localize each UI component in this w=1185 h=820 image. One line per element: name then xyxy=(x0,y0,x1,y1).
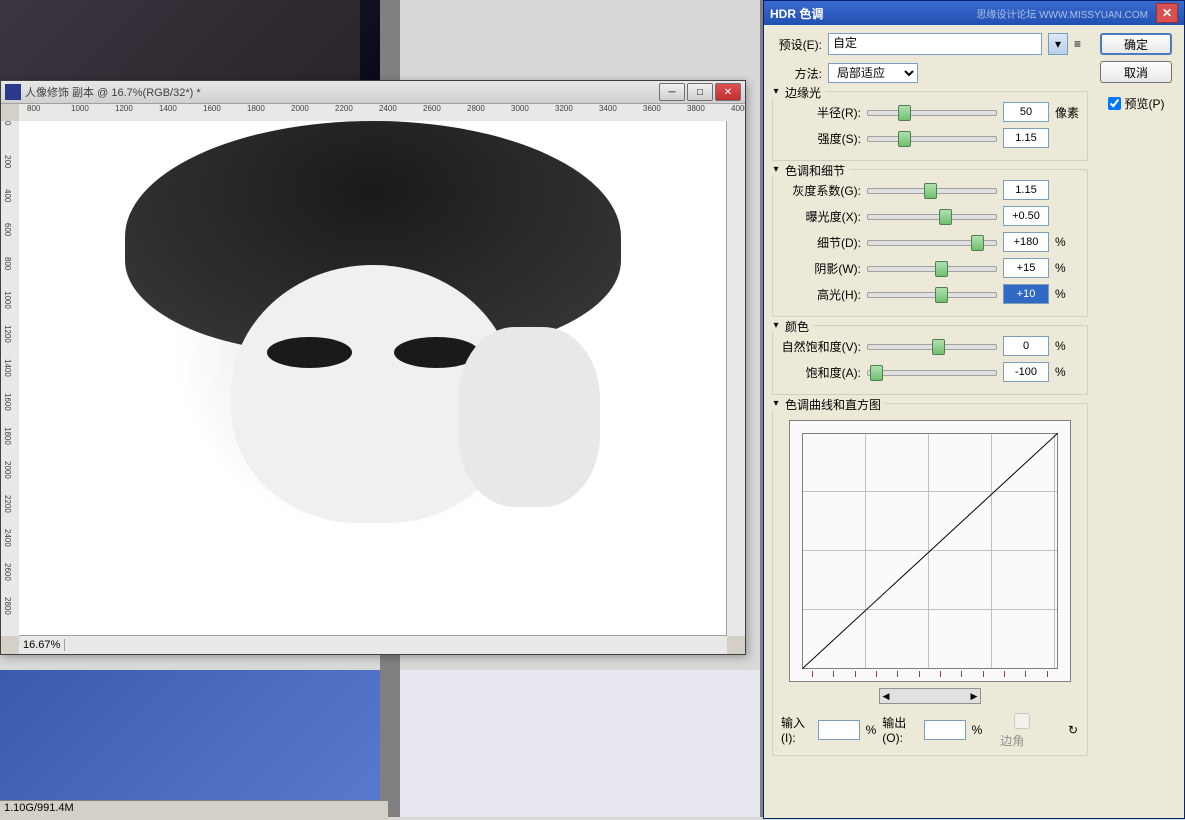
strength-slider[interactable] xyxy=(867,129,997,147)
scroll-left-icon[interactable]: ◀ xyxy=(880,691,892,702)
curve-scrollbar[interactable]: ◀▶ xyxy=(781,688,1079,704)
input-value[interactable] xyxy=(818,720,860,740)
gamma-input[interactable] xyxy=(1003,180,1049,200)
detail-unit: % xyxy=(1055,235,1079,249)
strength-input[interactable] xyxy=(1003,128,1049,148)
highlight-slider[interactable] xyxy=(867,285,997,303)
close-button[interactable]: ✕ xyxy=(715,83,741,101)
saturation-label: 饱和度(A): xyxy=(781,364,861,381)
detail-label: 细节(D): xyxy=(781,234,861,251)
exposure-label: 曝光度(X): xyxy=(781,208,861,225)
exposure-row: 曝光度(X): xyxy=(781,206,1079,226)
saturation-unit: % xyxy=(1055,365,1079,379)
dialog-title: HDR 色调 xyxy=(770,5,823,22)
ps-icon xyxy=(5,84,21,100)
vibrance-input[interactable] xyxy=(1003,336,1049,356)
curve-group: ▾ 色调曲线和直方图 ◀▶ 输入(I): % 输出(O): % xyxy=(772,403,1088,756)
saturation-slider[interactable] xyxy=(867,363,997,381)
document-footer: 16.67% xyxy=(19,635,727,654)
dialog-titlebar[interactable]: HDR 色调 思缘设计论坛 WWW.MISSYUAN.COM ✕ xyxy=(764,1,1184,25)
zoom-level[interactable]: 16.67% xyxy=(19,639,65,651)
gamma-slider[interactable] xyxy=(867,181,997,199)
document-titlebar[interactable]: 人像修饰 副本 @ 16.7%(RGB/32*) * ─ □ ✕ xyxy=(1,81,745,104)
exposure-slider[interactable] xyxy=(867,207,997,225)
highlight-label: 高光(H): xyxy=(781,286,861,303)
slider-thumb[interactable] xyxy=(939,209,952,225)
shadow-input[interactable] xyxy=(1003,258,1049,278)
portrait-image xyxy=(19,121,727,636)
gamma-row: 灰度系数(G): xyxy=(781,180,1079,200)
vibrance-unit: % xyxy=(1055,339,1079,353)
slider-thumb[interactable] xyxy=(924,183,937,199)
exposure-input[interactable] xyxy=(1003,206,1049,226)
slider-thumb[interactable] xyxy=(935,261,948,277)
highlight-input[interactable] xyxy=(1003,284,1049,304)
watermark: 思缘设计论坛 WWW.MISSYUAN.COM xyxy=(976,6,1148,21)
shadow-slider[interactable] xyxy=(867,259,997,277)
method-label: 方法: xyxy=(772,65,822,82)
vibrance-slider[interactable] xyxy=(867,337,997,355)
detail-slider[interactable] xyxy=(867,233,997,251)
strength-label: 强度(S): xyxy=(781,130,861,147)
highlight-row: 高光(H): % xyxy=(781,284,1079,304)
slider-thumb[interactable] xyxy=(971,235,984,251)
tone-curve[interactable] xyxy=(789,420,1071,682)
vibrance-label: 自然饱和度(V): xyxy=(781,338,861,355)
minimize-button[interactable]: ─ xyxy=(659,83,685,101)
detail-input[interactable] xyxy=(1003,232,1049,252)
shadow-row: 阴影(W): % xyxy=(781,258,1079,278)
preset-dropdown-button[interactable]: ▾ xyxy=(1048,33,1068,55)
radius-row: 半径(R): 像素 xyxy=(781,102,1079,122)
status-bar: 1.10G/991.4M xyxy=(0,800,388,820)
radius-unit: 像素 xyxy=(1055,104,1079,121)
preview-checkbox-label[interactable]: 预览(P) xyxy=(1108,95,1165,112)
preset-label: 预设(E): xyxy=(772,36,822,53)
reset-icon[interactable]: ↻ xyxy=(1068,723,1079,737)
ruler-vertical[interactable]: 0200400600800100012001400160018002000220… xyxy=(1,121,20,636)
slider-thumb[interactable] xyxy=(932,339,945,355)
method-select[interactable]: 局部适应 xyxy=(828,63,918,83)
gamma-label: 灰度系数(G): xyxy=(781,182,861,199)
output-label: 输出(O): xyxy=(882,714,917,745)
preset-menu-icon[interactable]: ≡ xyxy=(1074,37,1088,51)
slider-thumb[interactable] xyxy=(935,287,948,303)
preset-select[interactable]: 自定 xyxy=(828,33,1042,55)
cancel-button[interactable]: 取消 xyxy=(1100,61,1172,83)
input-label: 输入(I): xyxy=(781,714,812,745)
edge-glow-group: ▾ 边缘光 半径(R): 像素 强度(S): xyxy=(772,91,1088,161)
maximize-button[interactable]: □ xyxy=(687,83,713,101)
shadow-label: 阴影(W): xyxy=(781,260,861,277)
saturation-row: 饱和度(A): % xyxy=(781,362,1079,382)
slider-thumb[interactable] xyxy=(870,365,883,381)
canvas[interactable] xyxy=(19,121,727,636)
color-group: ▾ 颜色 自然饱和度(V): % 饱和度(A): % xyxy=(772,325,1088,395)
shadow-unit: % xyxy=(1055,261,1079,275)
slider-thumb[interactable] xyxy=(898,131,911,147)
detail-row: 细节(D): % xyxy=(781,232,1079,252)
document-title: 人像修饰 副本 @ 16.7%(RGB/32*) * xyxy=(25,84,201,100)
vibrance-row: 自然饱和度(V): % xyxy=(781,336,1079,356)
slider-thumb[interactable] xyxy=(898,105,911,121)
document-window: 人像修饰 副本 @ 16.7%(RGB/32*) * ─ □ ✕ 8001000… xyxy=(0,80,746,655)
ok-button[interactable]: 确定 xyxy=(1100,33,1172,55)
preview-checkbox[interactable] xyxy=(1108,97,1121,110)
dialog-close-button[interactable]: ✕ xyxy=(1156,3,1178,23)
scroll-right-icon[interactable]: ▶ xyxy=(968,691,980,702)
saturation-input[interactable] xyxy=(1003,362,1049,382)
strength-row: 强度(S): xyxy=(781,128,1079,148)
radius-slider[interactable] xyxy=(867,103,997,121)
tone-detail-group: ▾ 色调和细节 灰度系数(G): 曝光度(X): 细节(D): % xyxy=(772,169,1088,317)
highlight-unit: % xyxy=(1055,287,1079,301)
radius-label: 半径(R): xyxy=(781,104,861,121)
output-value[interactable] xyxy=(924,720,966,740)
hdr-dialog: HDR 色调 思缘设计论坛 WWW.MISSYUAN.COM ✕ 预设(E): … xyxy=(763,0,1185,819)
scrollbar-vertical[interactable] xyxy=(726,121,745,636)
radius-input[interactable] xyxy=(1003,102,1049,122)
corner-checkbox xyxy=(1004,713,1040,729)
